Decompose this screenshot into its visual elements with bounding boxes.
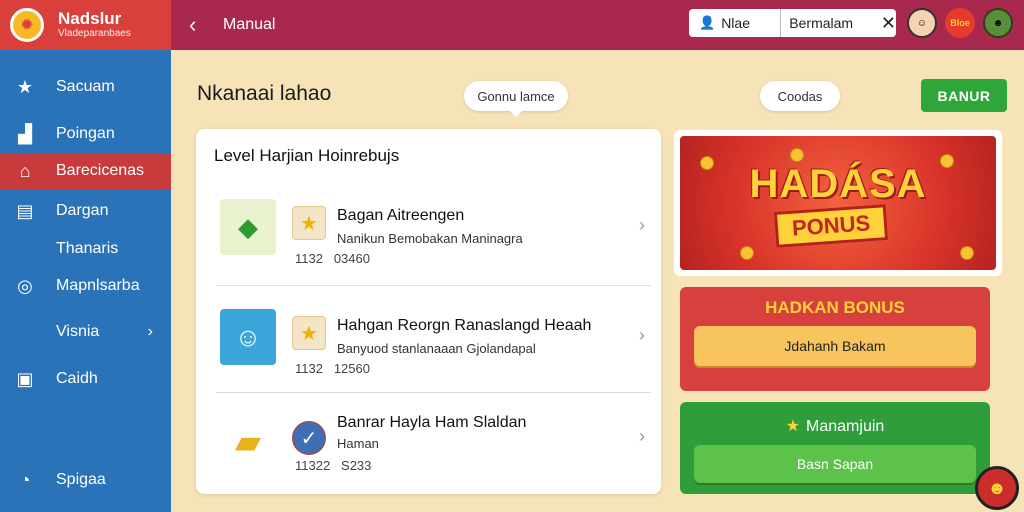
banner-subtitle: PONUS [773, 204, 889, 248]
level-list-card: Level Harjian Hoinrebujs ◆ ★ Bagan Aitre… [196, 129, 661, 494]
close-icon[interactable]: ✕ [881, 13, 896, 34]
card-title: Level Harjian Hoinrebujs [214, 146, 400, 165]
logo-icon: ✹ [10, 8, 44, 42]
brand-title: Nadslur [58, 9, 122, 28]
card-icon: ▤ [16, 200, 34, 221]
green-ticket-icon: ◆ [220, 199, 276, 255]
divider [216, 392, 651, 393]
avatar-badge[interactable]: Bloe [945, 8, 975, 38]
star-icon: ★ [292, 206, 326, 240]
promo-banner[interactable]: HADÁSA PONUS [674, 130, 1002, 276]
clock-icon: ◔ [19, 469, 31, 490]
sidebar-item-barecicenas[interactable]: ⌂ Barecicenas [0, 153, 171, 189]
chevron-right-icon: › [639, 215, 645, 235]
chevron-right-icon: › [147, 323, 153, 340]
sidebar-item-visnia[interactable]: Visnia › [0, 314, 171, 350]
avatar-elf[interactable]: ☻ [983, 8, 1013, 38]
bonus-card-title: HADKAN BONUS [765, 298, 905, 317]
sidebar-item-spigaa[interactable]: ◔ Spigaa [0, 462, 171, 498]
coin-icon [790, 148, 804, 162]
top-bar-title: Manual [223, 16, 276, 33]
list-item[interactable]: ▰ ✓ Banrar Hayla Ham Slaldan Haman 11322… [196, 394, 661, 490]
user-status: Bermalam [789, 15, 854, 31]
chat-mascot-icon[interactable]: ☻ [975, 466, 1019, 510]
sidebar-item-caidh[interactable]: ▣ Caidh [0, 361, 171, 397]
list-item[interactable]: ☺ ★ Hahgan Reorgn Ranaslangd Heaah Banyu… [196, 289, 661, 385]
gold-bars-icon: ▰ [220, 414, 276, 470]
top-bar: ‹ Manual 👤 Nlae Bermalam ✕ ☺ Bloe ☻ [171, 0, 1024, 50]
store-icon: ⌂ [19, 160, 31, 181]
bonus-card-green: ★ Manamjuin Basn Sapan [680, 402, 990, 494]
banner-title: HADÁSA [749, 162, 927, 206]
sidebar: ✹ Nadslur Vladeparanbaes ★ Sacuam ▟ Poin… [0, 0, 171, 512]
compass-icon: ◎ [17, 275, 33, 296]
sidebar-item-poingan[interactable]: ▟ Poingan [0, 116, 171, 152]
person-portrait-icon: ☺ [220, 309, 276, 365]
chevron-right-icon: › [639, 325, 645, 345]
user-name: Nlae [721, 15, 750, 31]
bonus-card-red: HADKAN BONUS Jdahanh Bakam [680, 287, 990, 391]
sidebar-item-thanaris[interactable]: Thanaris [0, 231, 171, 267]
avatar-boy[interactable]: ☺ [907, 8, 937, 38]
user-box[interactable]: 👤 Nlae Bermalam ✕ [689, 9, 896, 37]
sidebar-item-dargan[interactable]: ▤ Dargan [0, 193, 171, 229]
page-title: Nkanaai lahao [197, 82, 332, 105]
green-action-button[interactable]: Basn Sapan [694, 445, 976, 483]
list-item[interactable]: ◆ ★ Bagan Aitreengen Nanikun Bemobakan M… [196, 179, 661, 275]
sidebar-item-sacuam[interactable]: ★ Sacuam [0, 69, 171, 105]
coin-icon [960, 246, 974, 260]
filter-pill[interactable]: Coodas [760, 81, 840, 111]
claim-bonus-button[interactable]: Jdahanh Bakam [694, 326, 976, 366]
wallet-icon: ▣ [16, 368, 34, 389]
star-icon: ★ [16, 76, 34, 97]
brand-logo[interactable]: ✹ Nadslur Vladeparanbaes [0, 0, 171, 50]
badge-icon: ✓ [292, 421, 326, 455]
tooltip-pill[interactable]: Gonnu lamce [464, 81, 568, 117]
primary-action-button[interactable]: BANUR [921, 79, 1007, 112]
star-icon: ★ [785, 418, 801, 435]
brand-subtitle: Vladeparanbaes [58, 28, 131, 39]
star-icon: ★ [292, 316, 326, 350]
back-arrow-icon[interactable]: ‹ [189, 12, 209, 38]
coin-icon [740, 246, 754, 260]
sidebar-item-mapnlsarba[interactable]: ◎ Mapnlsarba [0, 268, 171, 304]
divider [216, 285, 651, 286]
divider [780, 9, 782, 37]
user-icon: 👤 [699, 15, 716, 30]
chevron-right-icon: › [639, 426, 645, 446]
bonus-card-title: Manamjuin [806, 418, 885, 435]
bar-chart-icon: ▟ [18, 123, 32, 144]
